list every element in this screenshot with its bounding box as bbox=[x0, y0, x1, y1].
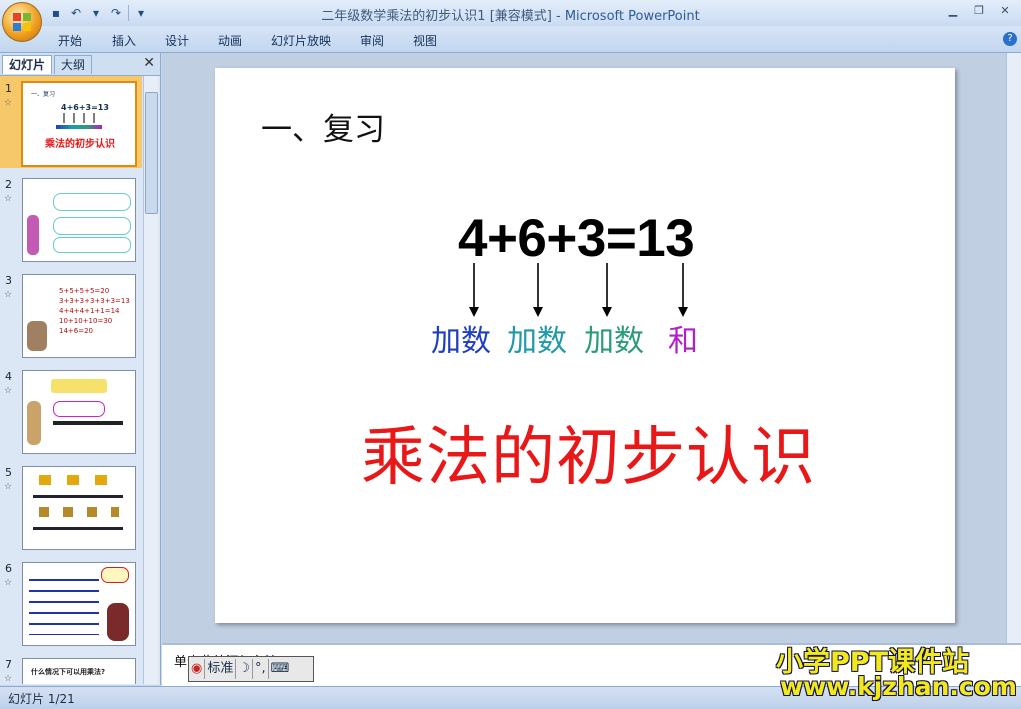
tab-animations[interactable]: 动画 bbox=[218, 32, 242, 49]
current-slide[interactable]: 一、复习 4+6+3=13 加数 加数 加数 和 乘法的初步认识 bbox=[215, 68, 955, 623]
thumb-shape-row bbox=[51, 379, 107, 393]
slide-number: 6 bbox=[5, 562, 12, 575]
moon-icon[interactable]: ☽ bbox=[236, 659, 254, 679]
minimize-icon[interactable]: ▁ bbox=[941, 3, 965, 19]
restore-icon[interactable]: ❐ bbox=[967, 3, 991, 19]
tab-outline[interactable]: 大纲 bbox=[54, 55, 93, 74]
document-title: 二年级数学乘法的初步认识1 [兼容模式] bbox=[321, 9, 552, 24]
animation-icon: ☆ bbox=[4, 482, 13, 492]
thumb-shape-row bbox=[39, 475, 119, 485]
thumb-equation: 4+6+3=13 bbox=[61, 103, 109, 112]
animation-icon: ☆ bbox=[4, 194, 13, 204]
tab-insert[interactable]: 插入 bbox=[112, 32, 136, 49]
slide-counter: 幻灯片 1/21 bbox=[8, 692, 75, 706]
keyboard-icon[interactable]: ⌨ bbox=[269, 659, 292, 679]
slide-number: 1 bbox=[5, 82, 12, 95]
slide-thumbnail-3[interactable]: 3 ☆ 5+5+5+5=20 3+3+3+3+3+3=13 4+4+4+1+1=… bbox=[0, 268, 142, 360]
help-icon[interactable]: ? bbox=[1003, 32, 1017, 46]
animation-icon: ☆ bbox=[4, 98, 13, 108]
thumbnail-preview: 一、复习 4+6+3=13 乘法的初步认识 bbox=[21, 81, 137, 167]
thumbnail-scrollbar[interactable] bbox=[143, 76, 158, 684]
ime-logo-icon[interactable]: ◉ bbox=[189, 659, 206, 679]
application-name: - Microsoft PowerPoint bbox=[556, 9, 700, 24]
thumb-title: 乘法的初步认识 bbox=[45, 139, 115, 150]
label-addend-3[interactable]: 加数 bbox=[584, 316, 644, 360]
slide-thumbnail-5[interactable]: 5 ☆ bbox=[0, 460, 142, 552]
slide-thumbnail-6[interactable]: 6 ☆ bbox=[0, 556, 142, 648]
label-sum[interactable]: 和 bbox=[668, 316, 698, 360]
punctuation-icon[interactable]: °, bbox=[253, 659, 269, 679]
slide-scrollbar[interactable] bbox=[1006, 53, 1021, 643]
thumb-shape-row bbox=[53, 237, 131, 253]
thumb-line: 4+4+4+1+1=14 bbox=[59, 307, 120, 315]
thumbnail-preview bbox=[22, 466, 136, 550]
ime-mode[interactable]: 标准 bbox=[205, 659, 237, 679]
slides-pane: 幻灯片 大纲 ✕ 1 ☆ 一、复习 4+6+3=13 乘法的初步认识 2 ☆ 3… bbox=[0, 53, 161, 685]
pane-tabs: 幻灯片 大纲 ✕ bbox=[0, 53, 160, 76]
thumb-figure bbox=[107, 603, 129, 641]
animation-icon: ☆ bbox=[4, 386, 13, 396]
close-pane-icon[interactable]: ✕ bbox=[143, 55, 155, 71]
window-controls: ▁ ❐ ✕ bbox=[941, 3, 1017, 19]
thumb-line: 3+3+3+3+3+3=13 bbox=[59, 297, 130, 305]
thumb-line bbox=[33, 527, 123, 530]
animation-icon: ☆ bbox=[4, 290, 13, 300]
thumbnail-preview: 5+5+5+5=20 3+3+3+3+3+3=13 4+4+4+1+1=14 1… bbox=[22, 274, 136, 358]
thumbnail-preview bbox=[22, 178, 136, 262]
thumb-lines bbox=[29, 579, 99, 635]
thumb-bubble bbox=[53, 401, 105, 417]
thumbnail-preview bbox=[22, 562, 136, 646]
thumb-arrows bbox=[63, 113, 95, 123]
tab-slides[interactable]: 幻灯片 bbox=[2, 55, 53, 74]
office-button[interactable] bbox=[2, 2, 42, 42]
slide-number: 3 bbox=[5, 274, 12, 287]
thumbnail-preview: 什么情况下可以用乘法? bbox=[22, 658, 136, 684]
slide-thumbnail-4[interactable]: 4 ☆ bbox=[0, 364, 142, 456]
animation-icon: ☆ bbox=[4, 674, 13, 684]
label-addend-1[interactable]: 加数 bbox=[431, 316, 491, 360]
thumb-figure bbox=[27, 401, 41, 445]
tab-review[interactable]: 审阅 bbox=[360, 32, 384, 49]
thumb-heading: 一、复习 bbox=[31, 91, 56, 98]
slide-number: 4 bbox=[5, 370, 12, 383]
slide-number: 5 bbox=[5, 466, 12, 479]
thumb-shape-row bbox=[53, 217, 131, 235]
thumb-shape-row bbox=[39, 507, 119, 517]
slide-thumbnail-7[interactable]: 7 ☆ 什么情况下可以用乘法? bbox=[0, 652, 142, 684]
slide-number: 2 bbox=[5, 178, 12, 191]
thumb-text: 什么情况下可以用乘法? bbox=[31, 668, 106, 676]
slide-title[interactable]: 乘法的初步认识 bbox=[361, 406, 816, 498]
thumb-figure bbox=[27, 215, 39, 255]
thumbnail-list: 1 ☆ 一、复习 4+6+3=13 乘法的初步认识 2 ☆ 3 ☆ 5+5+5+… bbox=[0, 76, 142, 684]
slide-number: 7 bbox=[5, 658, 12, 671]
label-addend-2[interactable]: 加数 bbox=[507, 316, 567, 360]
watermark-url: www.kjzhan.com bbox=[780, 672, 1017, 701]
thumb-line: 10+10+10=30 bbox=[59, 317, 113, 325]
thumb-line bbox=[53, 421, 123, 425]
tab-design[interactable]: 设计 bbox=[165, 32, 189, 49]
close-icon[interactable]: ✕ bbox=[993, 3, 1017, 19]
ribbon-tabs: 开始 插入 设计 动画 幻灯片放映 审阅 视图 ? bbox=[0, 26, 1021, 53]
tab-view[interactable]: 视图 bbox=[413, 32, 437, 49]
thumbnail-preview bbox=[22, 370, 136, 454]
thumb-line: 14+6=20 bbox=[59, 327, 93, 335]
title-bar: ▪ ↶ ▾ ↷ ▾ 二年级数学乘法的初步认识1 [兼容模式] - Microso… bbox=[0, 0, 1021, 26]
slide-thumbnail-1[interactable]: 1 ☆ 一、复习 4+6+3=13 乘法的初步认识 bbox=[0, 76, 142, 168]
office-logo-icon bbox=[13, 13, 31, 31]
animation-icon: ☆ bbox=[4, 578, 13, 588]
thumb-figure bbox=[27, 321, 47, 351]
thumb-bubble bbox=[101, 567, 129, 583]
thumb-labels bbox=[56, 125, 102, 129]
tab-slideshow[interactable]: 幻灯片放映 bbox=[271, 32, 331, 49]
thumb-line: 5+5+5+5=20 bbox=[59, 287, 110, 295]
thumb-line bbox=[33, 495, 123, 498]
thumb-shape-row bbox=[53, 193, 131, 211]
ime-toolbar[interactable]: ◉ 标准 ☽ °, ⌨ bbox=[188, 656, 314, 682]
window-title: 二年级数学乘法的初步认识1 [兼容模式] - Microsoft PowerPo… bbox=[0, 5, 1021, 24]
scrollbar-thumb[interactable] bbox=[145, 92, 158, 214]
slide-thumbnail-2[interactable]: 2 ☆ bbox=[0, 172, 142, 264]
tab-home[interactable]: 开始 bbox=[58, 32, 82, 49]
slide-editing-area: 一、复习 4+6+3=13 加数 加数 加数 和 乘法的初步认识 bbox=[162, 53, 1006, 643]
